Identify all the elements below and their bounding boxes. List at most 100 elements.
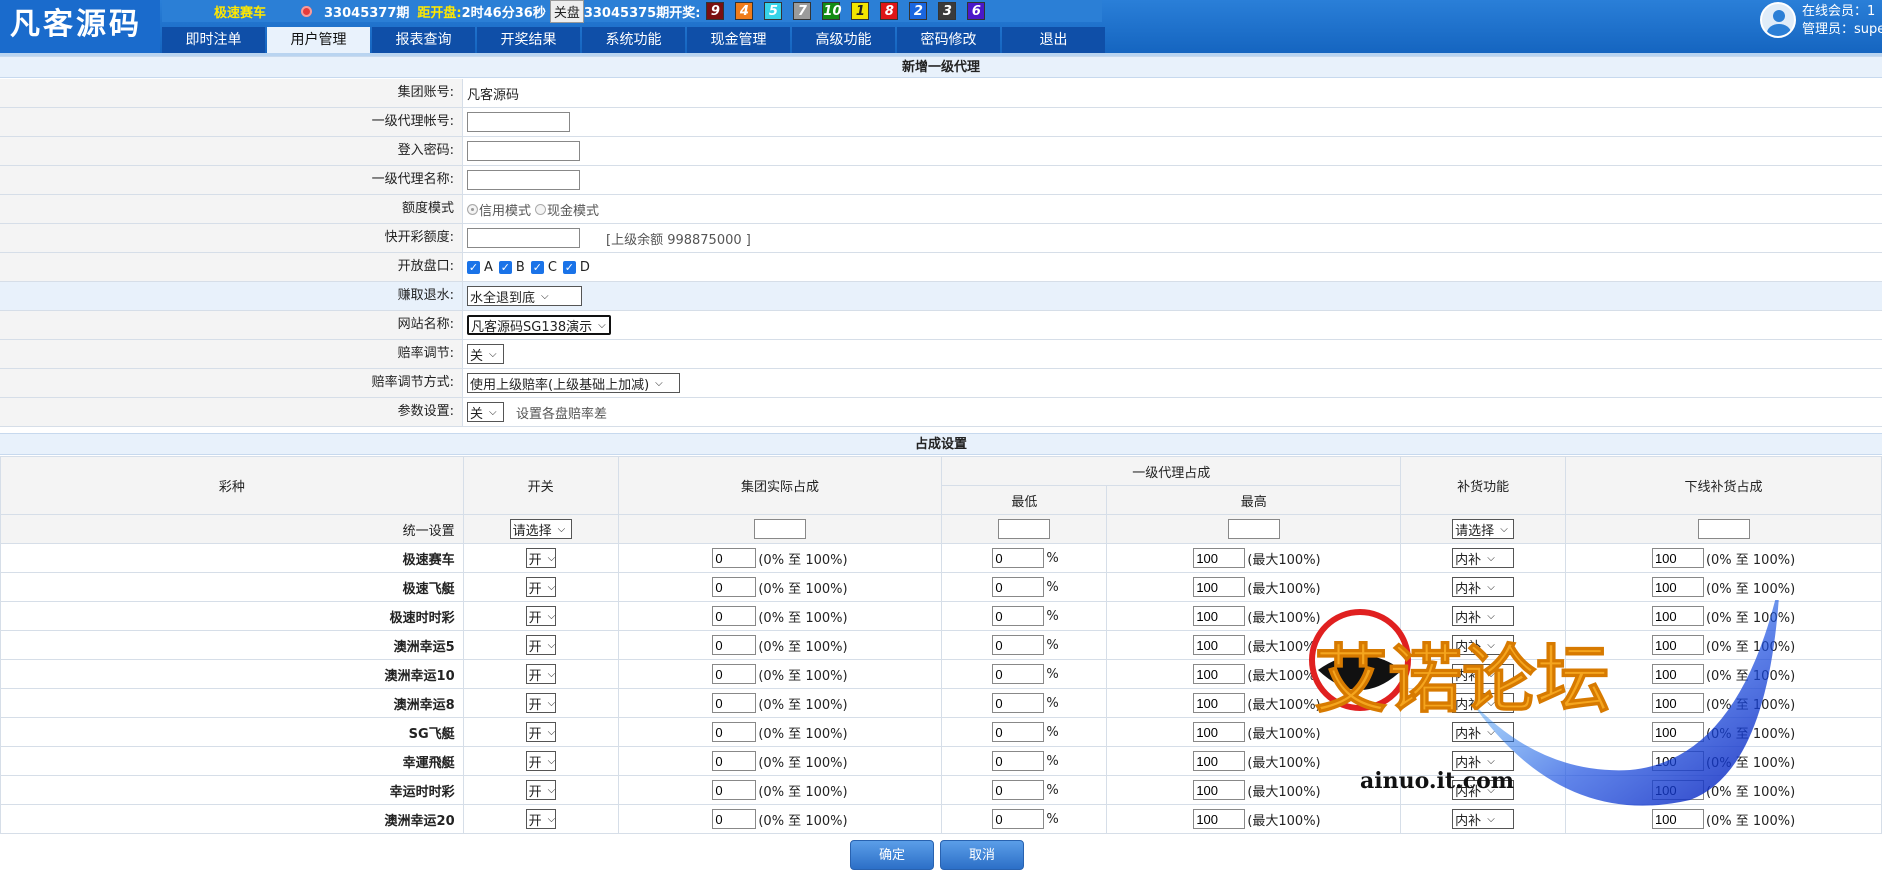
sub-share-input[interactable] — [1651, 780, 1704, 800]
replenish-select[interactable]: 内补 ⌵ — [1452, 751, 1515, 771]
min-share-input[interactable] — [992, 809, 1045, 829]
chevron-down-icon: ⌵ — [547, 726, 556, 738]
close-market-button[interactable]: 关盘 — [549, 0, 584, 23]
max-note: (最大100%) — [1247, 668, 1321, 684]
sub-share-input[interactable] — [1651, 577, 1704, 597]
nav-tab[interactable]: 开奖结果 — [477, 27, 580, 53]
agent-account-input[interactable] — [467, 112, 570, 132]
cash-mode-radio[interactable] — [535, 203, 547, 215]
group-share-input[interactable] — [712, 751, 757, 771]
sub-share-input[interactable] — [1651, 664, 1704, 684]
replenish-select[interactable]: 内补 ⌵ — [1452, 780, 1515, 800]
max-share-input[interactable] — [1193, 664, 1246, 684]
switch-select[interactable]: 开 ⌵ — [525, 664, 556, 684]
max-share-input[interactable] — [1193, 606, 1246, 626]
confirm-button[interactable]: 确定 — [850, 840, 934, 870]
market-checkbox[interactable]: ✓ — [530, 260, 544, 274]
nav-tab[interactable]: 高级功能 — [792, 27, 895, 53]
odds-method-select[interactable]: 使用上级赔率(上级基础上加减) ⌵ — [467, 373, 680, 393]
group-share-input[interactable] — [712, 693, 757, 713]
group-share-input[interactable] — [712, 780, 757, 800]
user-avatar-icon[interactable] — [1760, 2, 1796, 38]
odds-adjust-select[interactable]: 关 ⌵ — [467, 344, 504, 364]
switch-select[interactable]: 开 ⌵ — [525, 548, 556, 568]
share-row: 澳洲幸运20开⌵(0% 至 100%)%(最大100%)内补⌵(0% 至 100… — [0, 804, 1882, 834]
min-share-input[interactable] — [992, 664, 1045, 684]
min-share-input[interactable] — [992, 577, 1045, 597]
nav-tab[interactable]: 退出 — [1002, 27, 1105, 53]
switch-select[interactable]: 开 ⌵ — [525, 780, 556, 800]
switch-select[interactable]: 开 ⌵ — [525, 722, 556, 742]
switch-select[interactable]: 开 ⌵ — [525, 809, 556, 829]
param-select[interactable]: 关 ⌵ — [467, 402, 504, 422]
password-input[interactable] — [467, 141, 580, 161]
min-share-input[interactable] — [992, 635, 1045, 655]
cancel-button[interactable]: 取消 — [940, 840, 1024, 870]
replenish-select[interactable]: 内补 ⌵ — [1452, 809, 1515, 829]
min-share-input[interactable] — [992, 751, 1045, 771]
sub-share-input[interactable] — [1651, 722, 1704, 742]
max-share-input[interactable] — [1193, 722, 1246, 742]
credit-mode-radio[interactable] — [467, 203, 478, 215]
replenish-select[interactable]: 内补 ⌵ — [1452, 693, 1515, 713]
min-share-input[interactable] — [992, 548, 1045, 568]
switch-select[interactable]: 开 ⌵ — [525, 751, 556, 771]
quota-input[interactable] — [467, 228, 580, 248]
unified-switch-select[interactable]: 请选择 ⌵ — [509, 519, 572, 539]
site-select[interactable]: 凡客源码SG138演示 ⌵ — [467, 315, 611, 335]
sub-share-input[interactable] — [1651, 635, 1704, 655]
replenish-select[interactable]: 内补 ⌵ — [1452, 577, 1515, 597]
group-share-input[interactable] — [712, 606, 757, 626]
unified-group-input[interactable] — [753, 519, 806, 539]
max-share-input[interactable] — [1193, 693, 1246, 713]
nav-tab[interactable]: 用户管理 — [267, 27, 370, 53]
market-checkbox[interactable]: ✓ — [562, 260, 576, 274]
sub-share-input[interactable] — [1651, 809, 1704, 829]
group-share-input[interactable] — [712, 635, 757, 655]
group-share-input[interactable] — [712, 577, 757, 597]
nav-tab[interactable]: 即时注单 — [162, 27, 265, 53]
top-header: 凡客源码 极速赛车 33045377期 距开盘: 2时46分36秒 关盘 330… — [0, 0, 1882, 53]
sub-share-input[interactable] — [1651, 751, 1704, 771]
group-share-input[interactable] — [712, 664, 757, 684]
switch-select[interactable]: 开 ⌵ — [525, 635, 556, 655]
sub-share-input[interactable] — [1651, 693, 1704, 713]
unified-replenish-select[interactable]: 请选择 ⌵ — [1452, 519, 1515, 539]
market-checkbox[interactable]: ✓ — [467, 260, 480, 274]
group-share-input[interactable] — [712, 809, 757, 829]
group-share-input[interactable] — [712, 548, 757, 568]
max-share-input[interactable] — [1193, 577, 1246, 597]
odds-method-label: 赔率调节方式: — [0, 369, 463, 397]
max-share-input[interactable] — [1193, 751, 1246, 771]
group-share-input[interactable] — [712, 722, 757, 742]
max-share-input[interactable] — [1193, 548, 1246, 568]
replenish-select[interactable]: 内补 ⌵ — [1452, 548, 1515, 568]
status-dot-icon — [301, 5, 313, 17]
sub-share-input[interactable] — [1651, 548, 1704, 568]
nav-tab[interactable]: 报表查询 — [372, 27, 475, 53]
switch-select[interactable]: 开 ⌵ — [525, 693, 556, 713]
max-share-input[interactable] — [1193, 635, 1246, 655]
min-share-input[interactable] — [992, 780, 1045, 800]
replenish-select[interactable]: 内补 ⌵ — [1452, 606, 1515, 626]
switch-select[interactable]: 开 ⌵ — [525, 606, 556, 626]
max-share-input[interactable] — [1193, 780, 1246, 800]
unified-max-input[interactable] — [1227, 519, 1280, 539]
replenish-select[interactable]: 内补 ⌵ — [1452, 664, 1515, 684]
min-share-input[interactable] — [992, 693, 1045, 713]
unified-sub-input[interactable] — [1697, 519, 1750, 539]
nav-tab[interactable]: 现金管理 — [687, 27, 790, 53]
nav-tab[interactable]: 密码修改 — [897, 27, 1000, 53]
nav-tab[interactable]: 系统功能 — [582, 27, 685, 53]
unified-min-input[interactable] — [998, 519, 1051, 539]
rebate-select[interactable]: 水全退到底 ⌵ — [467, 286, 582, 306]
market-checkbox[interactable]: ✓ — [498, 260, 512, 274]
agent-name-input[interactable] — [467, 170, 580, 190]
switch-select[interactable]: 开 ⌵ — [525, 577, 556, 597]
min-share-input[interactable] — [992, 606, 1045, 626]
replenish-select[interactable]: 内补 ⌵ — [1452, 635, 1515, 655]
max-share-input[interactable] — [1193, 809, 1246, 829]
sub-share-input[interactable] — [1651, 606, 1704, 626]
min-share-input[interactable] — [992, 722, 1045, 742]
replenish-select[interactable]: 内补 ⌵ — [1452, 722, 1515, 742]
